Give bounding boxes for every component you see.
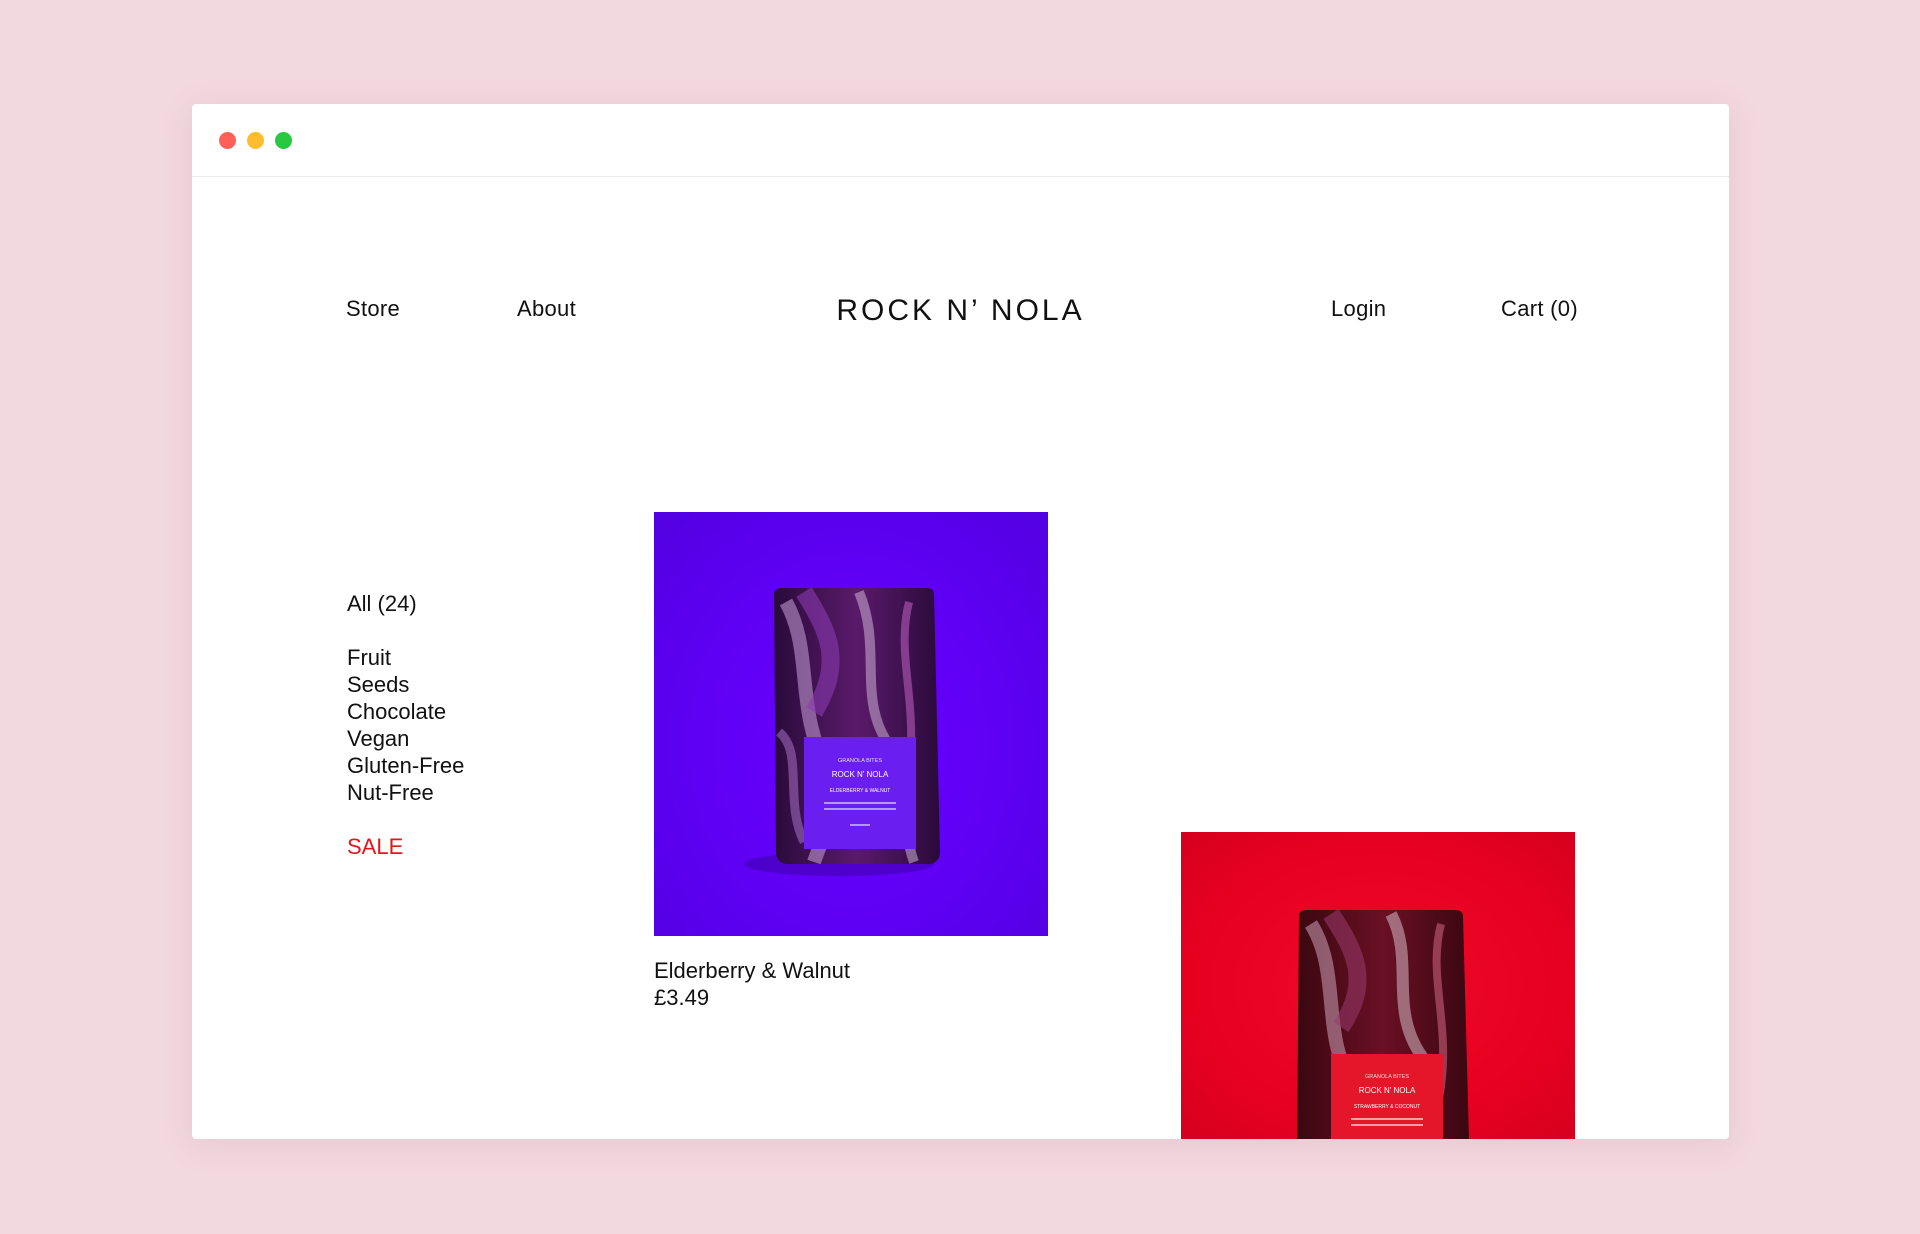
svg-text:ROCK N’ NOLA: ROCK N’ NOLA bbox=[1359, 1086, 1416, 1095]
filter-all[interactable]: All (24) bbox=[347, 590, 464, 617]
product-image-strawberry[interactable]: GRANOLA BITES ROCK N’ NOLA STRAWBERRY & … bbox=[1181, 832, 1575, 1139]
svg-text:ROCK N’ NOLA: ROCK N’ NOLA bbox=[832, 770, 889, 779]
filter-sale[interactable]: SALE bbox=[347, 833, 464, 860]
window-titlebar bbox=[192, 104, 1729, 177]
product-image-elderberry-walnut[interactable]: GRANOLA BITES ROCK N’ NOLA ELDERBERRY & … bbox=[654, 512, 1048, 936]
svg-text:GRANOLA BITES: GRANOLA BITES bbox=[1365, 1074, 1409, 1080]
nav-cart-link[interactable]: Cart (0) bbox=[1501, 296, 1578, 322]
filter-seeds[interactable]: Seeds bbox=[347, 671, 464, 698]
filter-gluten-free[interactable]: Gluten-Free bbox=[347, 752, 464, 779]
category-filter-list: All (24) Fruit Seeds Chocolate Vegan Glu… bbox=[347, 590, 464, 860]
maximize-window-button[interactable] bbox=[275, 132, 292, 149]
filter-nut-free[interactable]: Nut-Free bbox=[347, 779, 464, 806]
svg-text:ELDERBERRY & WALNUT: ELDERBERRY & WALNUT bbox=[830, 788, 891, 794]
browser-window: Store About ROCK N’ NOLA Login Cart (0) … bbox=[192, 104, 1729, 1139]
minimize-window-button[interactable] bbox=[247, 132, 264, 149]
site-logo[interactable]: ROCK N’ NOLA bbox=[192, 294, 1729, 328]
svg-text:STRAWBERRY & COCONUT: STRAWBERRY & COCONUT bbox=[1354, 1104, 1420, 1110]
granola-pouch-image: GRANOLA BITES ROCK N’ NOLA ELDERBERRY & … bbox=[744, 587, 940, 876]
granola-pouch-image: GRANOLA BITES ROCK N’ NOLA STRAWBERRY & … bbox=[1297, 909, 1469, 1139]
close-window-button[interactable] bbox=[219, 132, 236, 149]
nav-login-link[interactable]: Login bbox=[1331, 296, 1386, 322]
product-name[interactable]: Elderberry & Walnut bbox=[654, 958, 850, 984]
filter-fruit[interactable]: Fruit bbox=[347, 644, 464, 671]
svg-text:GRANOLA BITES: GRANOLA BITES bbox=[838, 758, 882, 764]
filter-vegan[interactable]: Vegan bbox=[347, 725, 464, 752]
product-price: £3.49 bbox=[654, 985, 710, 1010]
filter-chocolate[interactable]: Chocolate bbox=[347, 698, 464, 725]
